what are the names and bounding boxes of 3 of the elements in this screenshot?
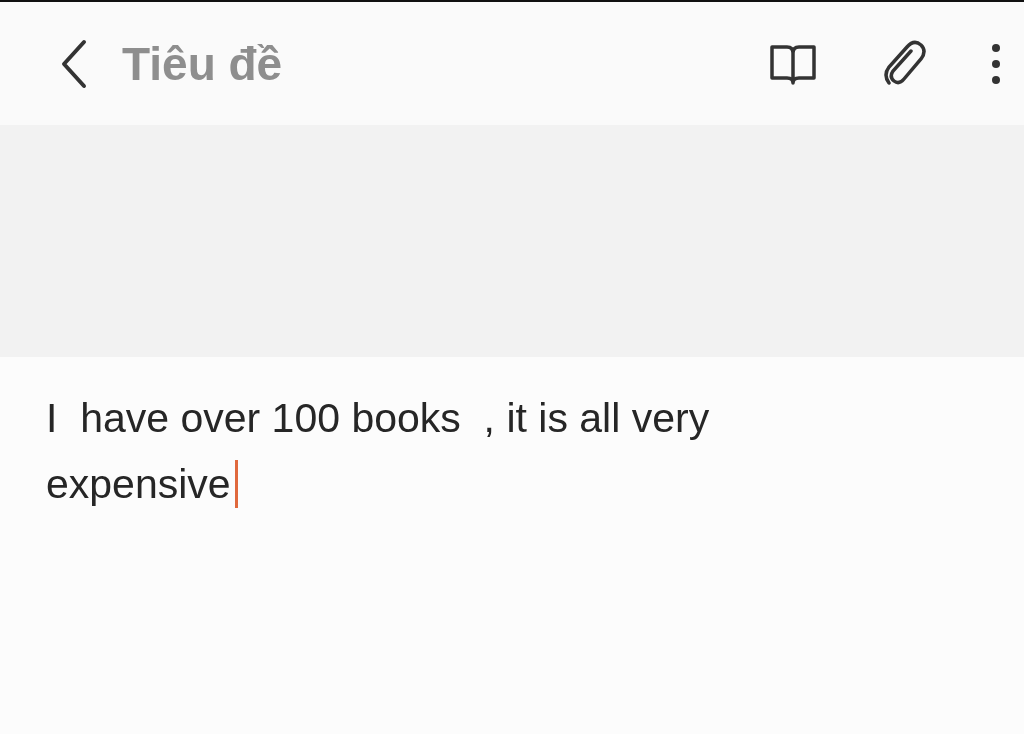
title-field[interactable]: Tiêu đề [122, 36, 737, 91]
note-body-field[interactable]: I have over 100 books , it is all very expensive [0, 357, 892, 545]
note-text: I have over 100 books , it is all very expensive [46, 395, 711, 507]
